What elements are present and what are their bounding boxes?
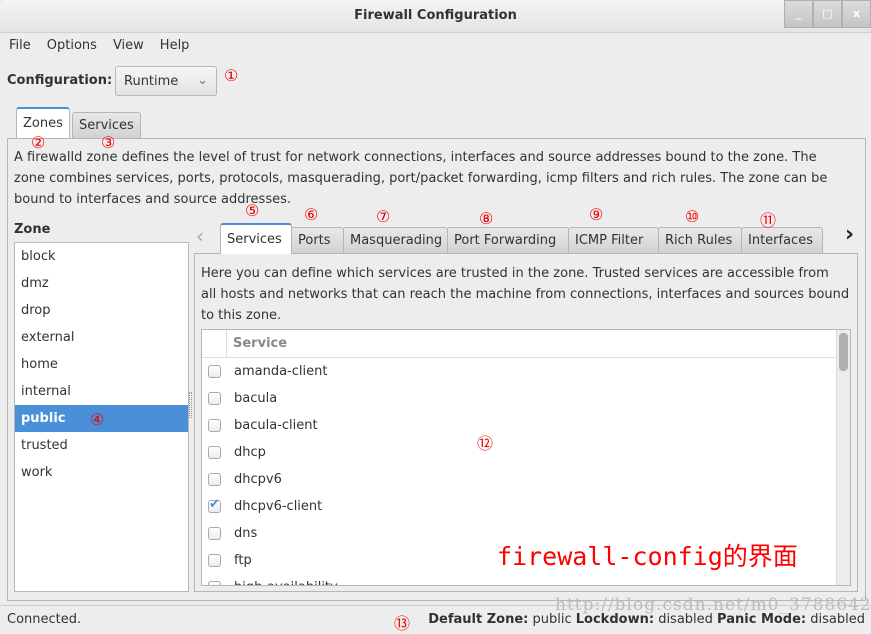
zone-item-dmz[interactable]: dmz (15, 270, 188, 297)
menu-options[interactable]: Options (47, 38, 97, 53)
annotation-12: ⑫ (477, 434, 494, 453)
close-button[interactable]: x (842, 0, 871, 28)
table-row[interactable]: high-availability (202, 574, 850, 585)
annotation-5: ⑤ (245, 201, 260, 220)
configuration-dropdown[interactable]: Runtime ⌄ (115, 66, 217, 96)
menu-view[interactable]: View (113, 38, 144, 53)
configuration-value: Runtime (124, 74, 179, 89)
tab-icmp-filter[interactable]: ICMP Filter (568, 227, 659, 253)
scrollbar[interactable] (836, 330, 850, 585)
tab-ports[interactable]: Ports (291, 227, 344, 253)
zone-status: Default Zone: public Lockdown: disabled … (428, 612, 865, 627)
zone-description-line: A firewalld zone defines the level of tr… (14, 150, 817, 165)
annotation-10: ⑩ (685, 207, 700, 226)
tabs-scroll-left-icon[interactable]: ‹ (196, 224, 204, 248)
service-checkbox[interactable] (208, 419, 221, 432)
services-description-line: to this zone. (201, 308, 282, 323)
table-row[interactable]: dhcpv6 (202, 466, 850, 493)
tab-port-forwarding[interactable]: Port Forwarding (447, 227, 569, 253)
pane-resize-handle[interactable] (189, 392, 192, 418)
annotation-6: ⑥ (304, 205, 319, 224)
column-header-service[interactable]: Service (227, 330, 293, 357)
minimize-button[interactable]: _ (784, 0, 813, 28)
services-description-line: all hosts and networks that can reach th… (201, 287, 850, 302)
service-name: amanda-client (234, 364, 328, 379)
zone-item-external[interactable]: external (15, 324, 188, 351)
annotation-4: ④ (90, 410, 105, 429)
zone-item-home[interactable]: home (15, 351, 188, 378)
service-name: dhcpv6 (234, 472, 282, 487)
annotation-1: ① (224, 66, 239, 85)
table-row[interactable]: dhcp (202, 439, 850, 466)
default-zone-value: public (532, 612, 572, 627)
scrollbar-thumb[interactable] (839, 333, 848, 371)
service-checkbox[interactable] (208, 446, 221, 459)
service-checkbox[interactable] (208, 473, 221, 486)
menu-bar: File Options View Help (9, 38, 189, 53)
service-name: bacula (234, 391, 278, 406)
service-checkbox[interactable] (208, 497, 221, 513)
tab-interfaces[interactable]: Interfaces (741, 227, 823, 253)
zone-item-internal[interactable]: internal (15, 378, 188, 405)
zone-description-line: bound to interfaces and source addresses… (14, 192, 292, 207)
service-checkbox[interactable] (208, 365, 221, 378)
annotation-8: ⑧ (479, 209, 494, 228)
default-zone-label: Default Zone: (428, 612, 529, 627)
service-checkbox[interactable] (208, 527, 221, 540)
annotation-7: ⑦ (376, 207, 391, 226)
annotation-13: ⑬ (394, 614, 411, 633)
service-name: ftp (234, 553, 252, 568)
zone-item-trusted[interactable]: trusted (15, 432, 188, 459)
service-name: bacula-client (234, 418, 318, 433)
service-name: dhcp (234, 445, 266, 460)
tabs-scroll-right-icon[interactable]: › (845, 222, 854, 247)
service-name: dns (234, 526, 258, 541)
services-description-line: Here you can define which services are t… (201, 266, 829, 281)
panic-mode-label: Panic Mode: (717, 612, 807, 627)
zone-item-block[interactable]: block (15, 243, 188, 270)
table-row[interactable]: bacula (202, 385, 850, 412)
panic-mode-value: disabled (810, 612, 865, 627)
lockdown-value: disabled (658, 612, 713, 627)
service-checkbox[interactable] (208, 581, 221, 585)
services-description: Here you can define which services are t… (201, 263, 849, 326)
chevron-down-icon: ⌄ (197, 73, 208, 88)
service-checkbox[interactable] (208, 392, 221, 405)
zone-label: Zone (14, 222, 51, 237)
menu-file[interactable]: File (9, 38, 31, 53)
maximize-button[interactable]: □ (813, 0, 842, 28)
tab-masquerading[interactable]: Masquerading (343, 227, 448, 253)
configuration-label: Configuration: (7, 73, 113, 88)
lockdown-label: Lockdown: (575, 612, 655, 627)
service-name: high-availability (234, 580, 338, 585)
table-row[interactable]: amanda-client (202, 358, 850, 385)
annotation-11: ⑪ (760, 211, 777, 230)
tab-zone-services[interactable]: Services (220, 223, 292, 254)
tab-rich-rules[interactable]: Rich Rules (658, 227, 742, 253)
menu-help[interactable]: Help (160, 38, 190, 53)
zone-description: A firewalld zone defines the level of tr… (14, 147, 827, 210)
annotation-9: ⑨ (589, 205, 604, 224)
table-row[interactable]: dhcpv6-client (202, 493, 850, 520)
service-name: dhcpv6-client (234, 499, 323, 514)
service-checkbox[interactable] (208, 554, 221, 567)
table-header: Service (202, 330, 850, 358)
window-title: Firewall Configuration (354, 8, 517, 23)
zone-description-line: zone combines services, ports, protocols… (14, 171, 828, 186)
zone-item-work[interactable]: work (15, 459, 188, 486)
connection-status: Connected. (7, 612, 82, 627)
caption-annotation: firewall-config的界面 (497, 542, 798, 571)
zone-item-drop[interactable]: drop (15, 297, 188, 324)
table-row[interactable]: bacula-client (202, 412, 850, 439)
